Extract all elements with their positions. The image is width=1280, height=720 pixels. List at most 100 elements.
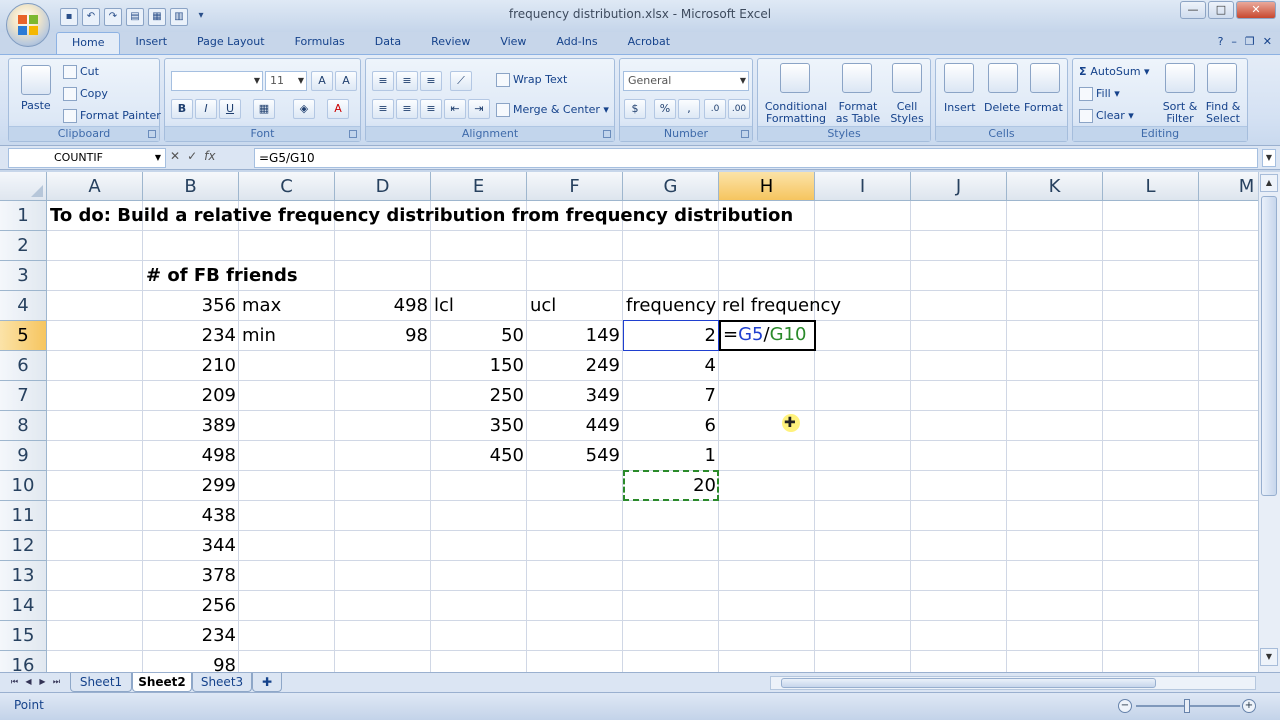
font-size-dropdown[interactable]: 11 ▼ bbox=[265, 71, 307, 91]
cell-b10[interactable]: 299 bbox=[143, 471, 239, 501]
cell-e7[interactable]: 250 bbox=[431, 381, 527, 411]
number-launcher[interactable] bbox=[741, 130, 749, 138]
cell-b9[interactable]: 498 bbox=[143, 441, 239, 471]
column-header-i[interactable]: I bbox=[815, 172, 911, 201]
active-cell-editor[interactable]: =G5/G10 bbox=[719, 320, 816, 351]
grow-font-button[interactable]: A bbox=[311, 71, 333, 91]
name-box[interactable]: COUNTIF ▼ bbox=[8, 148, 166, 168]
cell-b6[interactable]: 210 bbox=[143, 351, 239, 381]
tab-add-ins[interactable]: Add-Ins bbox=[541, 32, 612, 54]
cell-g8[interactable]: 6 bbox=[623, 411, 719, 441]
select-all-button[interactable] bbox=[0, 172, 47, 201]
increase-decimal-button[interactable]: .0 bbox=[704, 99, 726, 119]
autosum-button[interactable]: Σ AutoSum ▾ bbox=[1079, 65, 1150, 78]
cell-b7[interactable]: 209 bbox=[143, 381, 239, 411]
paste-button[interactable]: Paste bbox=[21, 99, 51, 112]
cell-b15[interactable]: 234 bbox=[143, 621, 239, 651]
cell-c4[interactable]: max bbox=[239, 291, 284, 321]
cell-b4[interactable]: 356 bbox=[143, 291, 239, 321]
column-header-f[interactable]: F bbox=[527, 172, 623, 201]
format-as-table-button[interactable]: Format as Table bbox=[830, 101, 886, 125]
cell-b11[interactable]: 438 bbox=[143, 501, 239, 531]
tab-insert[interactable]: Insert bbox=[120, 32, 182, 54]
workbook-minimize-icon[interactable]: – bbox=[1231, 35, 1237, 48]
cell-e9[interactable]: 450 bbox=[431, 441, 527, 471]
cell-e5[interactable]: 50 bbox=[431, 321, 527, 351]
column-header-h[interactable]: H bbox=[719, 172, 815, 201]
bold-button[interactable]: B bbox=[171, 99, 193, 119]
cell-g5[interactable]: 2 bbox=[623, 321, 719, 351]
cell-b5[interactable]: 234 bbox=[143, 321, 239, 351]
prev-sheet-icon[interactable]: ◀ bbox=[22, 675, 35, 689]
sheet-tab-sheet2[interactable]: Sheet2 bbox=[132, 673, 192, 692]
workbook-restore-icon[interactable]: ❐ bbox=[1245, 35, 1255, 48]
next-sheet-icon[interactable]: ▶ bbox=[36, 675, 49, 689]
format-painter-button[interactable]: Format Painter bbox=[63, 109, 161, 123]
cell-c5[interactable]: min bbox=[239, 321, 279, 351]
cell-f8[interactable]: 449 bbox=[527, 411, 623, 441]
formula-input[interactable]: =G5/G10 bbox=[254, 148, 1258, 168]
cell-f4[interactable]: ucl bbox=[527, 291, 559, 321]
worksheet-grid[interactable]: A B C D E F G H I J K L M 1 2 3 4 5 6 7 8 9 10 11 12 13 14 15 16 To d… bbox=[0, 172, 1258, 672]
tab-data[interactable]: Data bbox=[360, 32, 416, 54]
zoom-knob[interactable] bbox=[1184, 699, 1190, 713]
paste-icon[interactable] bbox=[21, 65, 51, 95]
underline-button[interactable]: U bbox=[219, 99, 241, 119]
italic-button[interactable]: I bbox=[195, 99, 217, 119]
orientation-button[interactable]: ⟋ bbox=[450, 71, 472, 91]
cell-g9[interactable]: 1 bbox=[623, 441, 719, 471]
horizontal-scrollbar[interactable] bbox=[770, 676, 1256, 690]
cell-b16[interactable]: 98 bbox=[143, 651, 239, 672]
minimize-button[interactable]: — bbox=[1180, 1, 1206, 19]
alignment-launcher[interactable] bbox=[603, 130, 611, 138]
vertical-scroll-thumb[interactable] bbox=[1261, 196, 1277, 496]
fill-button[interactable]: Fill ▾ bbox=[1079, 87, 1120, 101]
row-header-14[interactable]: 14 bbox=[0, 591, 47, 621]
cell-g7[interactable]: 7 bbox=[623, 381, 719, 411]
cell-f5[interactable]: 149 bbox=[527, 321, 623, 351]
row-header-16[interactable]: 16 bbox=[0, 651, 47, 672]
column-header-c[interactable]: C bbox=[239, 172, 335, 201]
row-header-13[interactable]: 13 bbox=[0, 561, 47, 591]
cell-f7[interactable]: 349 bbox=[527, 381, 623, 411]
workbook-close-icon[interactable]: ✕ bbox=[1263, 35, 1272, 48]
cell-e8[interactable]: 350 bbox=[431, 411, 527, 441]
column-header-d[interactable]: D bbox=[335, 172, 431, 201]
column-header-l[interactable]: L bbox=[1103, 172, 1199, 201]
cell-a1[interactable]: To do: Build a relative frequency distri… bbox=[47, 201, 796, 231]
tab-review[interactable]: Review bbox=[416, 32, 485, 54]
column-header-b[interactable]: B bbox=[143, 172, 239, 201]
cell-d4[interactable]: 498 bbox=[335, 291, 431, 321]
row-header-5[interactable]: 5 bbox=[0, 321, 47, 351]
font-name-dropdown[interactable]: ▼ bbox=[171, 71, 263, 91]
tab-formulas[interactable]: Formulas bbox=[280, 32, 360, 54]
merge-center-button[interactable]: Merge & Center ▾ bbox=[496, 103, 609, 117]
fill-color-button[interactable]: ◈ bbox=[293, 99, 315, 119]
row-header-4[interactable]: 4 bbox=[0, 291, 47, 321]
font-launcher[interactable] bbox=[349, 130, 357, 138]
cell-b12[interactable]: 344 bbox=[143, 531, 239, 561]
shrink-font-button[interactable]: A bbox=[335, 71, 357, 91]
row-header-8[interactable]: 8 bbox=[0, 411, 47, 441]
row-header-15[interactable]: 15 bbox=[0, 621, 47, 651]
row-header-2[interactable]: 2 bbox=[0, 231, 47, 261]
format-button[interactable]: Format bbox=[1024, 101, 1063, 114]
cell-b13[interactable]: 378 bbox=[143, 561, 239, 591]
scroll-down-icon[interactable]: ▼ bbox=[1260, 648, 1278, 666]
office-button[interactable] bbox=[6, 3, 50, 47]
tab-acrobat[interactable]: Acrobat bbox=[613, 32, 685, 54]
decrease-decimal-button[interactable]: .00 bbox=[728, 99, 750, 119]
scroll-up-icon[interactable]: ▲ bbox=[1260, 174, 1278, 192]
sort-filter-button[interactable]: Sort & Filter bbox=[1161, 101, 1199, 125]
column-header-k[interactable]: K bbox=[1007, 172, 1103, 201]
cell-d5[interactable]: 98 bbox=[335, 321, 431, 351]
row-header-10[interactable]: 10 bbox=[0, 471, 47, 501]
insert-function-icon[interactable]: fx bbox=[204, 149, 215, 163]
vertical-scrollbar[interactable]: ▲ ▼ bbox=[1258, 172, 1280, 672]
cell-e6[interactable]: 150 bbox=[431, 351, 527, 381]
copy-button[interactable]: Copy bbox=[63, 87, 108, 101]
cancel-icon[interactable]: ✕ bbox=[170, 149, 180, 163]
align-left-button[interactable]: ≡ bbox=[372, 99, 394, 119]
number-format-dropdown[interactable]: General ▼ bbox=[623, 71, 749, 91]
tab-page-layout[interactable]: Page Layout bbox=[182, 32, 280, 54]
